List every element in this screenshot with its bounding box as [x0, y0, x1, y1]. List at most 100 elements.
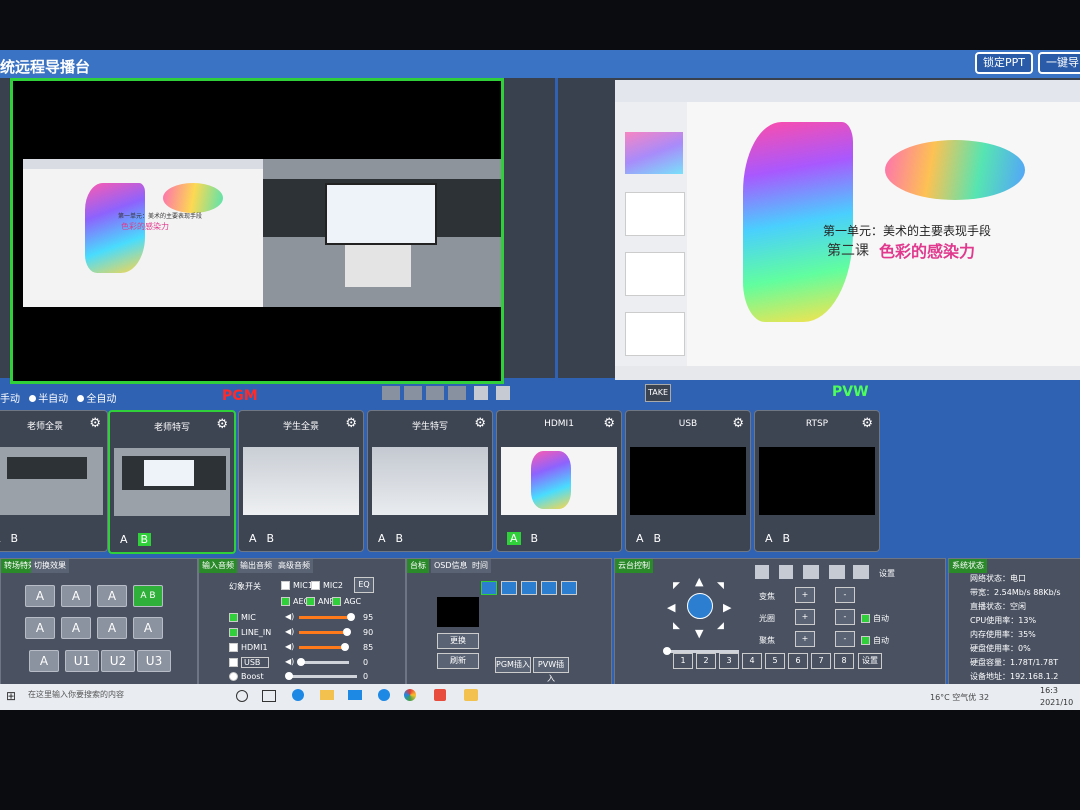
gear-icon[interactable]: ⚙ — [732, 416, 744, 431]
source-tile-usb[interactable]: USB ⚙ AB — [625, 410, 751, 552]
camera-group-icon[interactable] — [803, 565, 819, 579]
preset-button[interactable]: 5 — [765, 653, 785, 669]
preset-button[interactable]: 1 — [673, 653, 693, 669]
edge-icon[interactable] — [292, 689, 304, 701]
slider-knob[interactable] — [347, 613, 355, 621]
arrow-up-icon[interactable]: ▲ — [695, 575, 703, 588]
taskbar-search[interactable]: 在这里输入你要搜索的内容 — [28, 689, 124, 700]
gear-icon[interactable]: ⚙ — [216, 417, 228, 432]
bus-b[interactable]: B — [267, 532, 275, 545]
arrow-down-right-icon[interactable]: ◢ — [717, 621, 724, 631]
tab-ptz[interactable]: 云台控制 — [615, 559, 653, 573]
weather-tray[interactable]: 16°C 空气优 32 — [930, 692, 989, 703]
gear-icon[interactable]: ⚙ — [345, 416, 357, 431]
bus-a[interactable]: A — [120, 533, 128, 546]
pvw-monitor[interactable]: 第一单元：美术的主要表现手段 第二课 色彩的感染力 — [615, 80, 1080, 380]
bus-a[interactable]: A — [636, 532, 644, 545]
preset-button[interactable]: 2 — [696, 653, 716, 669]
app-icon[interactable] — [464, 689, 478, 701]
slider-knob[interactable] — [343, 628, 351, 636]
bus-b[interactable]: B — [783, 532, 791, 545]
bus-b[interactable]: B — [137, 533, 152, 546]
iris-minus-button[interactable]: - — [835, 609, 855, 625]
radio-semi[interactable] — [29, 395, 37, 402]
transition-button[interactable]: A — [97, 585, 127, 607]
focus-minus-button[interactable]: - — [835, 631, 855, 647]
pgm-insert-button[interactable]: PGM插入 — [495, 657, 531, 673]
source-tile-teacher-close[interactable]: 老师特写 ⚙ AB — [108, 410, 236, 554]
usb-select[interactable]: USB — [241, 657, 270, 668]
task-view-icon[interactable] — [262, 690, 276, 702]
gear-icon[interactable]: ⚙ — [474, 416, 486, 431]
aec-checkbox[interactable]: AEC — [281, 597, 309, 606]
anr-checkbox[interactable]: ANR — [306, 597, 335, 606]
clock-date[interactable]: 2021/10 — [1040, 698, 1073, 707]
layout-icon-6[interactable] — [496, 386, 510, 400]
speaker-icon[interactable]: ◀) — [285, 642, 294, 651]
iris-plus-button[interactable]: + — [795, 609, 815, 625]
agc-checkbox[interactable]: AGC — [332, 597, 361, 606]
bus-b[interactable]: B — [531, 532, 539, 545]
tab-switch-effect[interactable]: 切换效果 — [31, 559, 69, 573]
mail-icon[interactable] — [348, 690, 362, 700]
tab-osd[interactable]: OSD信息 — [431, 559, 471, 573]
camera-group-icon[interactable] — [853, 565, 869, 579]
chrome-icon[interactable] — [404, 689, 416, 701]
transition-button[interactable]: A — [61, 617, 91, 639]
speaker-icon[interactable]: ◀) — [285, 612, 294, 621]
layout-icon-2[interactable] — [404, 386, 422, 400]
mic-volume-slider[interactable] — [299, 616, 351, 619]
logo-slot[interactable] — [521, 581, 537, 595]
hdmi1-volume-slider[interactable] — [299, 646, 345, 649]
bus-b[interactable]: B — [654, 532, 662, 545]
layout-icon-4[interactable] — [448, 386, 466, 400]
u2-button[interactable]: U2 — [101, 650, 135, 672]
tab-time[interactable]: 时间 — [469, 559, 491, 573]
refresh-logo-button[interactable]: 刷新 — [437, 653, 479, 669]
tab-input-audio[interactable]: 输入音频 — [199, 559, 237, 573]
mode-auto[interactable]: 全自动 — [86, 394, 116, 405]
preset-button[interactable]: 7 — [811, 653, 831, 669]
bus-b[interactable]: B — [11, 532, 19, 545]
logo-slot[interactable] — [481, 581, 497, 595]
gear-icon[interactable]: ⚙ — [89, 416, 101, 431]
logo-slot[interactable] — [541, 581, 557, 595]
mic2-checkbox[interactable]: MIC2 — [311, 581, 343, 590]
transition-button[interactable]: A — [25, 617, 55, 639]
preset-button[interactable]: 3 — [719, 653, 739, 669]
change-logo-button[interactable]: 更换 — [437, 633, 479, 649]
preset-button[interactable]: 4 — [742, 653, 762, 669]
transition-button[interactable]: A — [61, 585, 91, 607]
mode-manual[interactable]: 手动 — [0, 394, 20, 405]
preset-button[interactable]: 6 — [788, 653, 808, 669]
mic1-checkbox[interactable]: MIC1 — [281, 581, 313, 590]
iris-auto-checkbox[interactable]: 自动 — [861, 613, 889, 624]
camera-person-icon[interactable] — [779, 565, 793, 579]
zoom-plus-button[interactable]: + — [795, 587, 815, 603]
hdmi1-channel[interactable]: HDMI1 — [229, 643, 268, 652]
u3-button[interactable]: U3 — [137, 650, 171, 672]
gear-icon[interactable]: ⚙ — [603, 416, 615, 431]
eq-button[interactable]: EQ — [354, 577, 374, 593]
zoom-minus-button[interactable]: - — [835, 587, 855, 603]
source-tile-rtsp[interactable]: RTSP ⚙ AB — [754, 410, 880, 552]
transition-button[interactable]: A — [25, 585, 55, 607]
transition-button[interactable]: A B — [133, 585, 163, 607]
focus-plus-button[interactable]: + — [795, 631, 815, 647]
tab-logo[interactable]: 台标 — [407, 559, 429, 573]
one-click-button[interactable]: 一键导 — [1038, 52, 1080, 74]
pgm-monitor[interactable]: 第一单元：美术的主要表现手段 色彩的感染力 — [10, 78, 504, 384]
transition-button[interactable]: A — [29, 650, 59, 672]
source-tile-teacher-wide[interactable]: 老师全景 ⚙ AB — [0, 410, 108, 552]
clock-time[interactable]: 16:3 — [1040, 686, 1058, 695]
bus-a[interactable]: A — [378, 532, 386, 545]
usb-volume-slider[interactable] — [299, 661, 349, 664]
take-button[interactable]: TAKE — [645, 384, 671, 402]
usb-channel[interactable]: USB — [229, 657, 270, 668]
logo-slot[interactable] — [501, 581, 517, 595]
bus-a[interactable]: A — [0, 532, 1, 545]
focus-auto-checkbox[interactable]: 自动 — [861, 635, 889, 646]
radio-auto[interactable] — [77, 395, 85, 402]
layout-icon-1[interactable] — [382, 386, 400, 400]
file-explorer-icon[interactable] — [320, 690, 334, 700]
